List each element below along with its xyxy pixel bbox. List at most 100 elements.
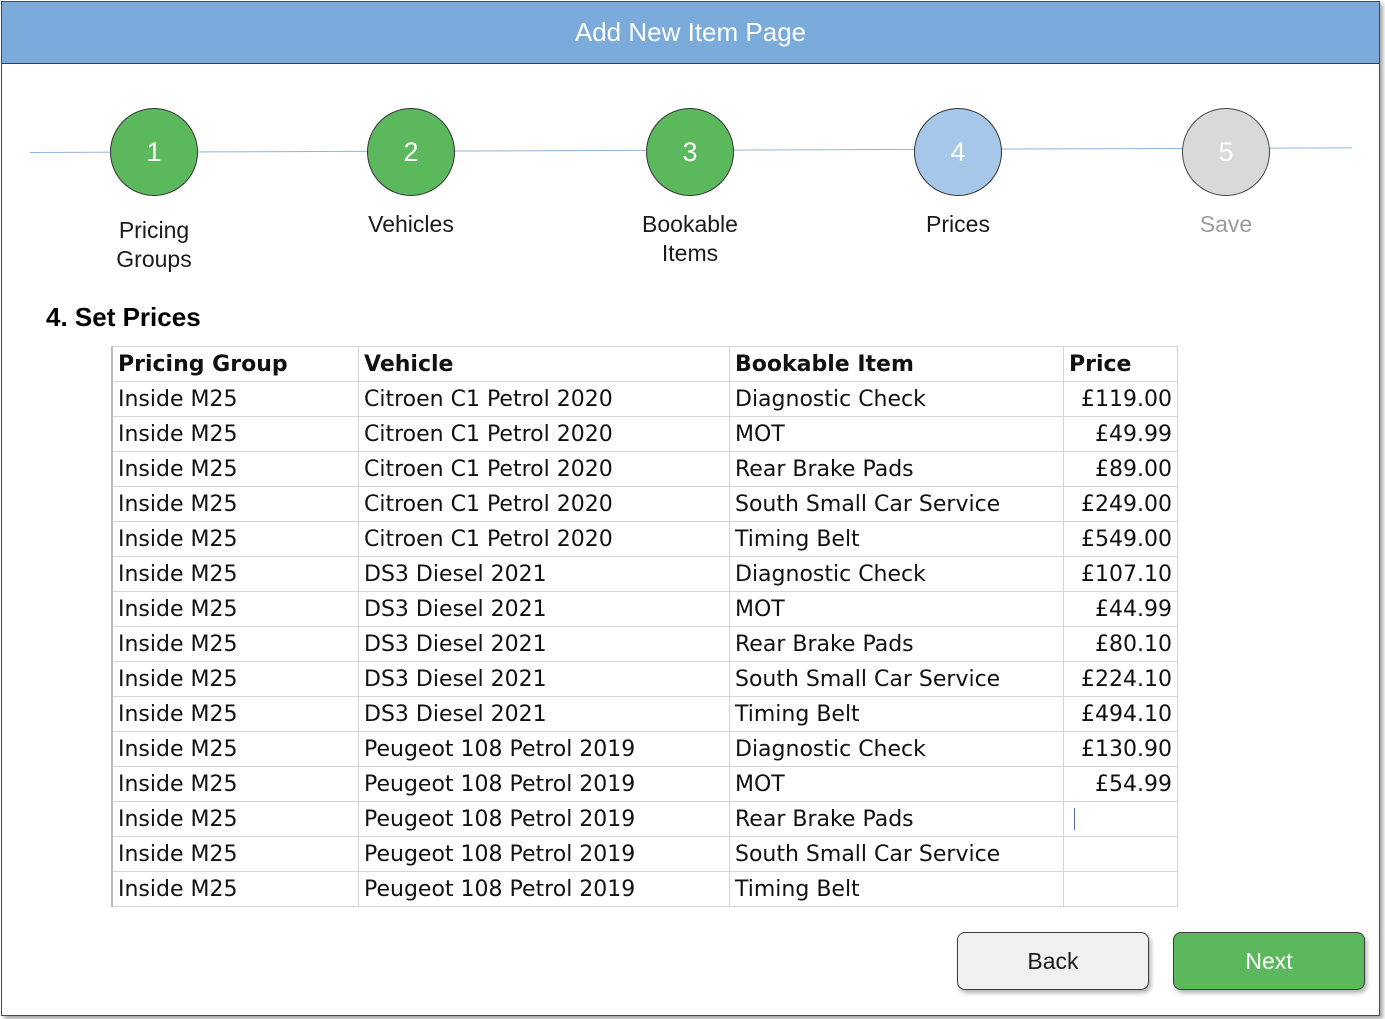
step-bookable-items[interactable]: 3 Bookable Items [590,108,790,268]
step-prices[interactable]: 4 Prices [858,108,1058,239]
pricing-group-cell: Inside M25 [111,626,359,662]
bookable-item-cell: Timing Belt [729,871,1064,907]
title-bar: Add New Item Page [2,2,1379,64]
step-number-circle: 2 [367,108,455,196]
pricing-group-cell: Inside M25 [111,556,359,592]
section-title: 4. Set Prices [46,302,201,332]
step-label: Save [1199,211,1253,237]
table-row: Inside M25 Peugeot 108 Petrol 2019 South S… [111,836,1178,872]
table-row: Inside M25 DS3 Diesel 2021 South Small Car… [111,661,1178,697]
price-input-cell[interactable]: £80.10 [1063,626,1178,662]
vehicle-cell: DS3 Diesel 2021 [358,661,730,697]
vehicle-cell: DS3 Diesel 2021 [358,626,730,662]
price-input-cell[interactable]: £54.99 [1063,766,1178,802]
bookable-item-cell: MOT [729,766,1064,802]
pricing-group-cell: Inside M25 [111,871,359,907]
price-input-cell[interactable]: £44.99 [1063,591,1178,627]
pricing-group-cell: Inside M25 [111,486,359,522]
step-number-circle: 4 [914,108,1002,196]
bookable-item-cell: Timing Belt [729,521,1064,557]
table-row: Inside M25 Citroen C1 Petrol 2020 MOT £49.9… [111,416,1178,452]
vehicle-cell: Peugeot 108 Petrol 2019 [358,801,730,837]
table-row: Inside M25 Citroen C1 Petrol 2020 Timing B… [111,521,1178,557]
vehicle-cell: DS3 Diesel 2021 [358,556,730,592]
vehicle-cell: Citroen C1 Petrol 2020 [358,486,730,522]
bookable-item-cell: South Small Car Service [729,836,1064,872]
step-pricing-groups[interactable]: 1 Pricing Groups [54,108,254,274]
table-row: Inside M25 Peugeot 108 Petrol 2019 Rear Br… [111,801,1178,837]
step-save[interactable]: 5 Save [1126,108,1326,239]
price-input-cell[interactable]: £494.10 [1063,696,1178,732]
pricing-group-cell: Inside M25 [111,801,359,837]
next-button[interactable]: Next [1173,932,1365,990]
vehicle-cell: Citroen C1 Petrol 2020 [358,451,730,487]
app-window: Add New Item Page 1 Pricing Groups 2 Veh… [1,1,1380,1016]
bookable-item-cell: South Small Car Service [729,661,1064,697]
pricing-group-cell: Inside M25 [111,381,359,417]
price-input-cell[interactable]: £130.90 [1063,731,1178,767]
price-input-cell[interactable]: £249.00 [1063,486,1178,522]
vehicle-cell: Peugeot 108 Petrol 2019 [358,766,730,802]
step-number-circle: 5 [1182,108,1270,196]
bookable-item-cell: Rear Brake Pads [729,451,1064,487]
pricing-group-cell: Inside M25 [111,696,359,732]
table-row: Inside M25 DS3 Diesel 2021 MOT £44.99 [111,591,1178,627]
price-input-cell[interactable]: £224.10 [1063,661,1178,697]
vehicle-cell: Citroen C1 Petrol 2020 [358,521,730,557]
pricing-group-cell: Inside M25 [111,451,359,487]
back-button[interactable]: Back [957,932,1149,990]
table-row: Inside M25 DS3 Diesel 2021 Rear Brake Pads… [111,626,1178,662]
pricing-group-cell: Inside M25 [111,591,359,627]
price-input-cell[interactable] [1063,801,1178,837]
step-vehicles[interactable]: 2 Vehicles [311,108,511,239]
price-input-cell[interactable]: £549.00 [1063,521,1178,557]
table-row: Inside M25 Citroen C1 Petrol 2020 South Sm… [111,486,1178,522]
vehicle-cell: DS3 Diesel 2021 [358,696,730,732]
step-number-circle: 1 [110,108,198,196]
step-number-circle: 3 [646,108,734,196]
prices-table: Pricing Group Vehicle Bookable Item Pric… [111,346,1178,907]
bookable-item-cell: Timing Belt [729,696,1064,732]
bookable-item-cell: Rear Brake Pads [729,801,1064,837]
pricing-group-cell: Inside M25 [111,661,359,697]
bookable-item-cell: Rear Brake Pads [729,626,1064,662]
step-label: Vehicles [368,211,454,237]
vehicle-cell: DS3 Diesel 2021 [358,591,730,627]
column-header-pricing-group: Pricing Group [111,346,359,382]
step-label: Pricing Groups [116,217,192,272]
vehicle-cell: Peugeot 108 Petrol 2019 [358,731,730,767]
bookable-item-cell: MOT [729,416,1064,452]
vehicle-cell: Peugeot 108 Petrol 2019 [358,836,730,872]
page-title: Add New Item Page [574,17,807,47]
pricing-group-cell: Inside M25 [111,521,359,557]
column-header-price: Price [1063,346,1178,382]
step-label: Prices [926,211,990,237]
price-input-cell[interactable] [1063,871,1178,907]
table-header-row: Pricing Group Vehicle Bookable Item Pric… [111,346,1178,382]
vehicle-cell: Peugeot 108 Petrol 2019 [358,871,730,907]
bookable-item-cell: MOT [729,591,1064,627]
pricing-group-cell: Inside M25 [111,416,359,452]
step-label: Bookable Items [642,211,738,266]
bookable-item-cell: South Small Car Service [729,486,1064,522]
price-input-cell[interactable] [1063,836,1178,872]
price-input-cell[interactable]: £89.00 [1063,451,1178,487]
price-input-cell[interactable]: £107.10 [1063,556,1178,592]
bookable-item-cell: Diagnostic Check [729,556,1064,592]
vehicle-cell: Citroen C1 Petrol 2020 [358,416,730,452]
column-header-bookable-item: Bookable Item [729,346,1064,382]
table-row: Inside M25 Citroen C1 Petrol 2020 Diagnost… [111,381,1178,417]
table-row: Inside M25 Peugeot 108 Petrol 2019 MOT £54.… [111,766,1178,802]
bookable-item-cell: Diagnostic Check [729,381,1064,417]
table-row: Inside M25 Citroen C1 Petrol 2020 Rear Bra… [111,451,1178,487]
table-row: Inside M25 DS3 Diesel 2021 Timing Belt £494… [111,696,1178,732]
column-header-vehicle: Vehicle [358,346,730,382]
text-cursor [1074,808,1075,830]
vehicle-cell: Citroen C1 Petrol 2020 [358,381,730,417]
price-input-cell[interactable]: £49.99 [1063,416,1178,452]
table-row: Inside M25 DS3 Diesel 2021 Diagnostic Chec… [111,556,1178,592]
pricing-group-cell: Inside M25 [111,836,359,872]
table-row: Inside M25 Peugeot 108 Petrol 2019 Timing … [111,871,1178,907]
price-input-cell[interactable]: £119.00 [1063,381,1178,417]
table-row: Inside M25 Peugeot 108 Petrol 2019 Diagnos… [111,731,1178,767]
